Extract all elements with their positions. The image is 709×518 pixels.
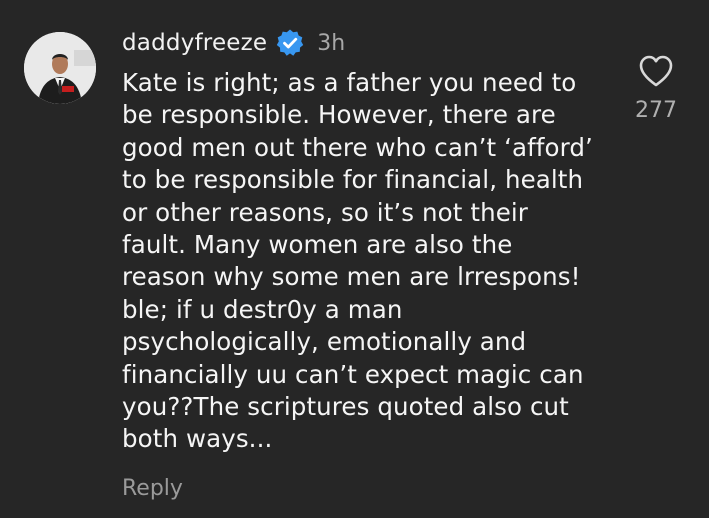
username[interactable]: daddyfreeze — [122, 30, 267, 56]
comment-line: reason why some men are lrrespons! — [122, 262, 581, 292]
like-section: 277 — [620, 54, 692, 123]
comment-line: ble; if u destr0y a man — [122, 294, 403, 324]
avatar[interactable] — [24, 32, 96, 104]
comment-header: daddyfreeze 3h — [122, 26, 345, 60]
comment-line: good men out there who can’t ‘afford’ — [122, 132, 593, 162]
comment-text: Kate is right; as a father you need to b… — [122, 67, 602, 456]
comment-line: financially uu can’t expect magic can — [122, 359, 584, 389]
comment-line: fault. Many women are also the — [122, 230, 513, 260]
heart-outline-icon[interactable] — [638, 54, 674, 88]
timestamp: 3h — [317, 30, 346, 56]
comment-line: Kate is right; as a father you need to — [122, 68, 577, 97]
like-count: 277 — [635, 98, 677, 123]
comment-line: be responsible. However, there are — [122, 100, 556, 130]
verified-badge-icon — [275, 28, 305, 58]
comment-line: you??The scriptures quoted also cut — [122, 392, 569, 422]
reply-button[interactable]: Reply — [122, 476, 183, 501]
comment-line: both ways... — [122, 424, 273, 454]
comment-line: or other reasons, so it’s not their — [122, 197, 528, 227]
comment-line: psychologically, emotionally and — [122, 327, 527, 357]
comment-line: to be responsible for financial, health — [122, 165, 584, 195]
comment: daddyfreeze 3h Kate is right; as a fathe… — [0, 0, 709, 518]
